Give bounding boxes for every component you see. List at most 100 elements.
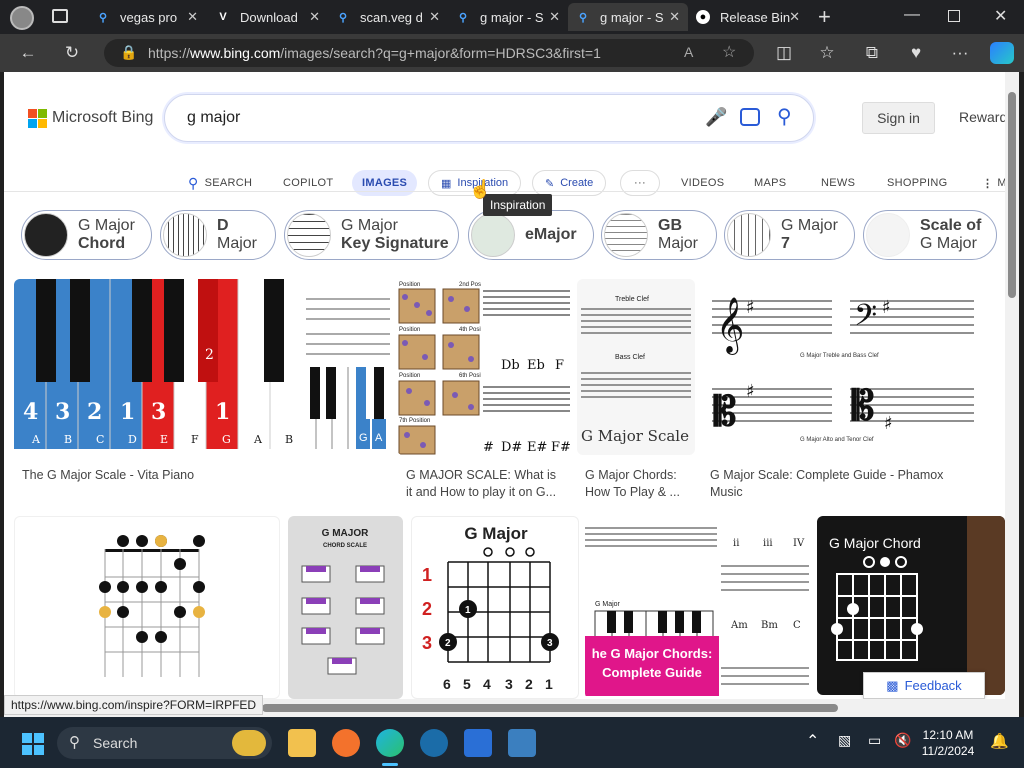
tab-download[interactable]: V Download ✕ (208, 3, 328, 31)
result-image-vita-piano[interactable]: 2 4 3 2 1 3 1 A B C D E F G A B G A (14, 279, 390, 455)
nav-divider (4, 191, 1005, 192)
result-caption[interactable]: G Major Scale: Complete Guide - Phamox Mu… (710, 467, 980, 501)
result-caption[interactable]: The G Major Scale - Vita Piano (22, 467, 194, 484)
chip-scale-of-g-major[interactable]: Scale of G Major (863, 210, 997, 260)
search-icon[interactable]: ⚲ (777, 104, 792, 129)
nav-news[interactable]: NEWS (821, 170, 855, 196)
sign-in-button[interactable]: Sign in (862, 102, 935, 134)
scroll-thumb[interactable] (1008, 92, 1016, 298)
vm-icon[interactable] (508, 729, 536, 757)
result-caption[interactable]: G MAJOR SCALE: What is it and How to play… (406, 467, 566, 501)
restore-icon[interactable] (948, 10, 960, 22)
refresh-icon[interactable]: ↻ (60, 41, 84, 65)
new-tab-icon[interactable]: + (818, 4, 831, 30)
close-window-icon[interactable]: ✕ (994, 6, 1007, 26)
lock-icon[interactable]: 🔒 (120, 44, 137, 61)
result-image-g-major-complete-guide[interactable]: 𝄞 𝄢 𝄡 𝄡 ♯ ♯ ♯ ♯ G Major Treble and Bass Clef G… (702, 279, 990, 455)
profile-avatar-icon[interactable] (10, 6, 34, 30)
chip-d-major[interactable]: D Major (160, 210, 276, 260)
steam-icon[interactable] (420, 729, 448, 757)
result-image-g-major-scale-guitar[interactable]: Position 2nd Position Position 4th Posit… (397, 279, 570, 455)
chip-g-major-7[interactable]: G Major 7 (724, 210, 855, 260)
rewards-link[interactable]: Reward (959, 109, 1005, 125)
note-label: F (191, 433, 199, 446)
tab-vegas-pro[interactable]: ⚲ vegas pro ✕ (88, 3, 206, 31)
bing-favicon-icon: ⚲ (458, 11, 468, 24)
result-image-fretboard-notes[interactable] (14, 516, 280, 699)
tab-g-major-1[interactable]: ⚲ g major - S ✕ (448, 3, 568, 31)
result-image-g-major-chord-photo[interactable]: G Major Chord (817, 516, 1005, 695)
chip-thumbnail (163, 213, 207, 257)
close-tab-icon[interactable]: ✕ (309, 9, 320, 25)
note-label: A (31, 433, 41, 446)
result-image-g-major-chart[interactable]: G Major 123 123 654321 (411, 516, 579, 699)
chip-thumbnail (727, 213, 771, 257)
nav-maps[interactable]: MAPS (754, 170, 786, 196)
close-tab-icon[interactable]: ✕ (789, 9, 800, 25)
taskbar-search[interactable]: ⚲ Search (57, 727, 272, 759)
nav-shopping[interactable]: SHOPPING (887, 170, 947, 196)
result-image-chord-scale[interactable]: G MAJOR CHORD SCALE (288, 516, 403, 699)
nav-create[interactable]: ✎ Create (532, 170, 607, 196)
nav-more-overflow[interactable]: ⋮ M (982, 170, 1005, 196)
file-explorer-icon[interactable] (288, 729, 316, 757)
feedback-button[interactable]: ▩ Feedback (863, 672, 985, 699)
scroll-thumb[interactable] (262, 704, 838, 712)
bing-logo-text[interactable]: Microsoft Bing (52, 109, 153, 127)
favorites-icon[interactable]: ☆ (815, 41, 839, 65)
svg-text:𝄞: 𝄞 (716, 297, 744, 355)
nav-more[interactable]: ··· (620, 170, 660, 196)
edge-icon[interactable] (376, 729, 404, 757)
tab-actions-icon[interactable] (52, 9, 68, 23)
chord-name: C (793, 620, 801, 631)
address-input[interactable]: 🔒 https://www.bing.com/images/search?q=g… (104, 39, 754, 67)
search-icon: ⚲ (69, 734, 80, 751)
notification-bell-icon[interactable]: 🔔 (990, 732, 1009, 750)
result-image-g-major-chords-guide[interactable]: G Major GBD he G Major Chords: Complete … (585, 516, 809, 699)
tab-release-bin[interactable]: ● Release Bin ✕ (688, 3, 808, 31)
chip-gb-major[interactable]: GB Major (601, 210, 717, 260)
network-icon[interactable]: ▧ (838, 732, 851, 749)
chip-emajor[interactable]: eMajor (468, 210, 594, 260)
clock[interactable]: 12:10 AM 11/2/2024 (918, 727, 978, 759)
chip-thumbnail (604, 213, 648, 257)
nav-images[interactable]: IMAGES (352, 170, 418, 196)
minimize-icon[interactable]: — (904, 6, 920, 24)
close-tab-icon[interactable]: ✕ (429, 9, 440, 25)
close-tab-icon[interactable]: ✕ (669, 9, 680, 25)
firefox-icon[interactable] (332, 729, 360, 757)
display-icon[interactable]: ▭ (868, 732, 881, 749)
result-caption[interactable]: G Major Chords: How To Play & ... (585, 467, 695, 501)
tab-scan-veg[interactable]: ⚲ scan.veg d ✕ (328, 3, 448, 31)
read-aloud-icon[interactable]: A (684, 44, 693, 60)
visual-search-icon[interactable] (740, 108, 760, 126)
app-icon[interactable] (464, 729, 492, 757)
microphone-icon[interactable]: 🎤 (705, 107, 727, 128)
windows-start-icon[interactable] (22, 733, 44, 755)
result-image-g-major-chords[interactable]: Treble Clef Bass Clef G Major Scale (577, 279, 695, 455)
bass-clef-label: Bass Clef (615, 354, 645, 361)
tab-g-major-active[interactable]: ⚲ g major - S ✕ (568, 3, 688, 31)
microsoft-logo-icon[interactable] (28, 109, 47, 128)
nav-videos[interactable]: VIDEOS (681, 170, 724, 196)
chip-g-major-key-signature[interactable]: G Major Key Signature (284, 210, 459, 260)
split-screen-icon[interactable]: ◫ (772, 41, 796, 65)
close-tab-icon[interactable]: ✕ (187, 9, 198, 25)
close-tab-icon[interactable]: ✕ (549, 9, 560, 25)
chip-g-major-chord[interactable]: G Major Chord (21, 210, 152, 260)
volume-muted-icon[interactable]: 🔇 (894, 732, 911, 749)
back-icon[interactable]: ← (16, 41, 40, 65)
note-label: A (253, 433, 263, 446)
fret-number: 1 (422, 565, 432, 585)
collections-icon[interactable]: ⧉ (860, 41, 884, 65)
favorite-star-icon[interactable]: ☆ (722, 42, 736, 62)
search-input[interactable]: g major 🎤 ⚲ (164, 94, 814, 142)
more-menu-icon[interactable]: ··· (948, 41, 972, 65)
browser-essentials-icon[interactable]: ♥ (904, 41, 928, 65)
copilot-icon[interactable] (990, 42, 1014, 64)
svg-text:♯: ♯ (746, 381, 755, 402)
chevron-up-icon[interactable]: ⌃ (806, 731, 819, 751)
nav-search[interactable]: ⚲ SEARCH (188, 170, 252, 196)
nav-copilot[interactable]: COPILOT (283, 170, 333, 196)
vertical-scrollbar[interactable] (1005, 72, 1019, 699)
